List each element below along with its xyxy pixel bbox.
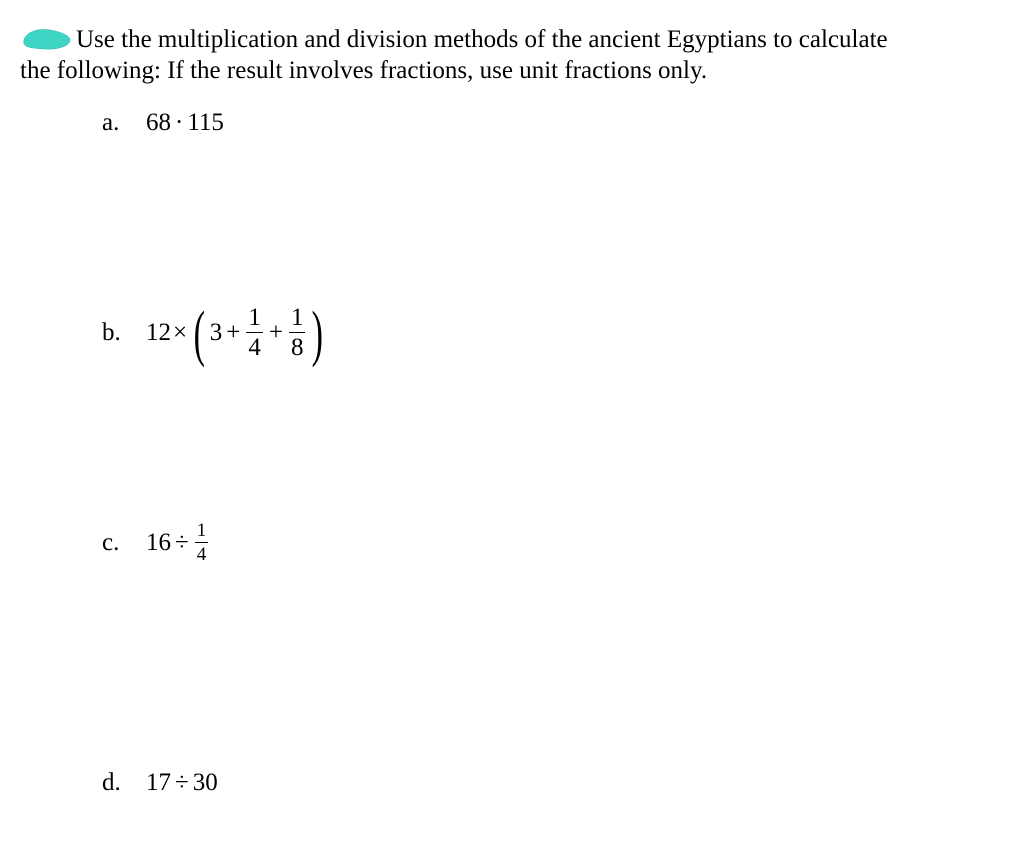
fraction-c-num: 1 — [195, 521, 209, 540]
problem-b-int: 3 — [210, 317, 223, 348]
problem-d-lhs: 17 — [146, 767, 171, 798]
fraction-bar — [289, 332, 306, 333]
problem-a-rhs: 115 — [187, 107, 224, 138]
problem-a-op: · — [175, 107, 183, 138]
fraction-2-den: 8 — [289, 335, 306, 360]
instructions-line1: Use the multiplication and division meth… — [76, 26, 888, 53]
fraction-1-num: 1 — [246, 305, 263, 330]
times-op: × — [173, 317, 187, 348]
problem-c-label: c. — [102, 527, 146, 558]
fraction-1-den: 4 — [246, 335, 263, 360]
problem-d-label: d. — [102, 767, 146, 798]
problem-b: b. 12 × ( 3 + 1 4 + 1 8 — [102, 303, 1004, 363]
highlight-mark-icon — [20, 26, 72, 52]
problem-c-lhs: 16 — [146, 527, 171, 558]
fraction-2: 1 8 — [289, 305, 306, 360]
instructions-line2: the following: If the result involves fr… — [20, 57, 707, 84]
problem-c-expression: 16 ÷ 1 4 — [146, 521, 210, 564]
right-paren-icon: ) — [312, 310, 323, 360]
problem-d: d. 17 ÷ 30 — [102, 753, 1004, 813]
problem-d-op: ÷ — [175, 767, 189, 798]
fraction-c-den: 4 — [195, 545, 209, 564]
plus-op-2: + — [269, 317, 283, 348]
fraction-c: 1 4 — [195, 521, 209, 564]
problem-a: a. 68 · 115 — [102, 93, 1004, 153]
plus-op-1: + — [226, 317, 240, 348]
problem-a-lhs: 68 — [146, 107, 171, 138]
problem-b-label: b. — [102, 317, 146, 348]
problem-c: c. 16 ÷ 1 4 — [102, 513, 1004, 573]
problem-b-lhs: 12 — [146, 317, 171, 348]
page: Use the multiplication and division meth… — [0, 0, 1024, 856]
problem-d-rhs: 30 — [193, 767, 218, 798]
fraction-1: 1 4 — [246, 305, 263, 360]
fraction-bar — [195, 542, 209, 543]
problem-a-label: a. — [102, 107, 146, 138]
problem-a-expression: 68 · 115 — [146, 107, 224, 138]
left-paren-icon: ( — [194, 310, 205, 360]
problem-b-expression: 12 × ( 3 + 1 4 + 1 8 — [146, 305, 328, 360]
instructions: Use the multiplication and division meth… — [20, 24, 1004, 87]
fraction-2-num: 1 — [289, 305, 306, 330]
problem-b-inside: 3 + 1 4 + 1 8 — [210, 305, 308, 360]
problem-list: a. 68 · 115 b. 12 × ( 3 + 1 4 — [102, 93, 1004, 813]
fraction-bar — [246, 332, 263, 333]
problem-c-op: ÷ — [175, 527, 189, 558]
problem-d-expression: 17 ÷ 30 — [146, 767, 218, 798]
